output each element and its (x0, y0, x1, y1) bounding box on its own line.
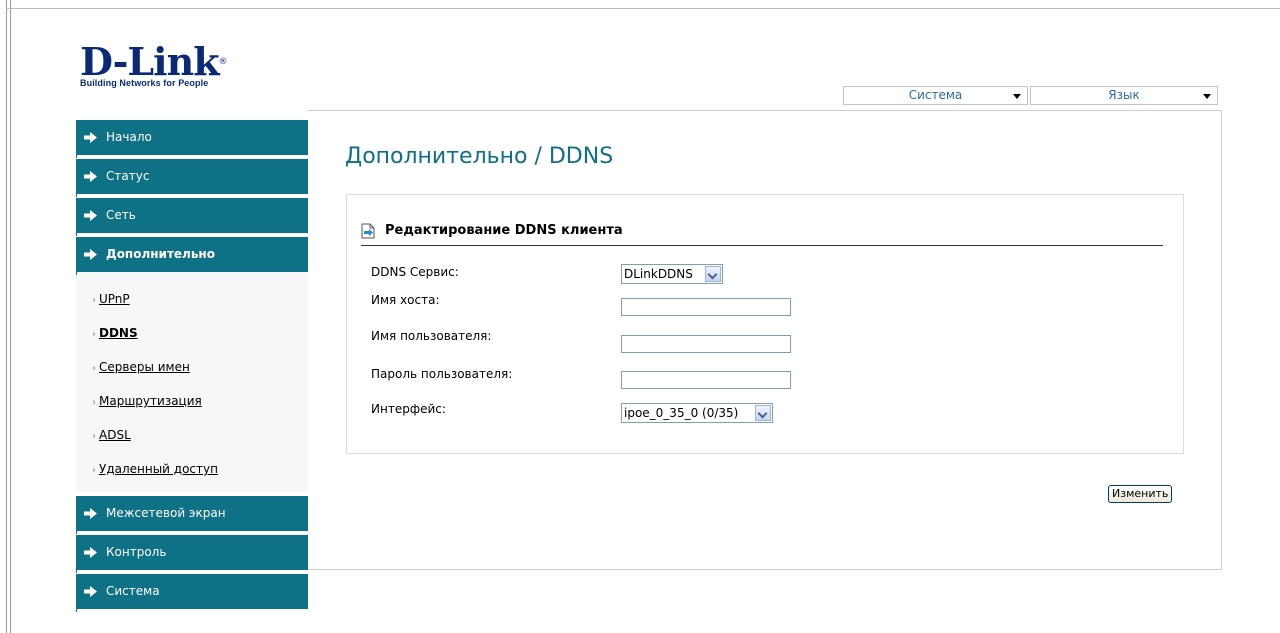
system-menu-label: Система (908, 88, 963, 102)
ddns-service-label: DDNS Сервис: (371, 265, 459, 279)
interface-select[interactable]: ipoe_0_35_0 (0/35) (621, 403, 773, 423)
hostname-field (621, 298, 791, 316)
page: D-Link® Building Networks for People Сис… (0, 0, 1280, 633)
submenu-label: Маршрутизация (99, 394, 202, 408)
password-field (621, 371, 791, 389)
window-left-border (6, 0, 11, 633)
submenu-item-dns-servers[interactable]: › Серверы имен (76, 350, 308, 384)
submenu-label: Серверы имен (99, 360, 190, 374)
ddns-service-field: DLinkDDNS (621, 264, 723, 284)
ddns-service-value: DLinkDDNS (624, 267, 693, 281)
arrow-right-icon (84, 547, 97, 558)
dropdown-arrow-icon (1203, 94, 1211, 99)
interface-value: ipoe_0_35_0 (0/35) (624, 406, 739, 420)
username-input[interactable] (621, 335, 791, 353)
sidebar-item-label: Система (106, 584, 160, 598)
section-title: Редактирование DDNS клиента (385, 223, 623, 238)
logo-wordmark: D-Link® (80, 39, 228, 84)
submenu-label: DDNS (99, 326, 138, 340)
apply-button[interactable]: Изменить (1108, 485, 1173, 503)
bullet-icon: › (92, 465, 96, 476)
submenu-label: ADSL (99, 428, 131, 442)
system-menu-select[interactable]: Система (843, 86, 1028, 105)
sidebar-item-status[interactable]: Статус (76, 159, 308, 197)
submenu-label: Удаленный доступ (99, 462, 218, 476)
sidebar-item-label: Межсетевой экран (106, 506, 226, 520)
hostname-label: Имя хоста: (371, 293, 440, 307)
submenu-item-ddns[interactable]: › DDNS (76, 316, 308, 350)
submenu-item-remote-access[interactable]: › Удаленный доступ (76, 452, 308, 486)
sidebar-item-firewall[interactable]: Межсетевой экран (76, 496, 308, 534)
sidebar-item-label: Статус (106, 169, 150, 183)
submenu-item-upnp[interactable]: › UPnP (76, 282, 308, 316)
username-field (621, 335, 791, 353)
document-edit-icon (361, 223, 375, 239)
arrow-right-icon (84, 210, 97, 221)
submenu-label: UPnP (99, 292, 130, 306)
bullet-icon: › (92, 295, 96, 306)
interface-field: ipoe_0_35_0 (0/35) (621, 403, 773, 423)
bullet-icon: › (92, 329, 96, 340)
dropdown-arrow-icon (1013, 94, 1021, 99)
arrow-right-icon (84, 132, 97, 143)
page-title: Дополнительно / DDNS (345, 144, 614, 169)
sidebar-item-start[interactable]: Начало (76, 120, 308, 158)
submenu-item-routing[interactable]: › Маршрутизация (76, 384, 308, 418)
language-label: Язык (1108, 88, 1140, 102)
arrow-right-icon (84, 508, 97, 519)
logo-tagline: Building Networks for People (80, 78, 209, 88)
username-label: Имя пользователя: (371, 329, 492, 343)
dlink-logo: D-Link® Building Networks for People (80, 39, 280, 89)
sidebar-item-control[interactable]: Контроль (76, 535, 308, 573)
submenu-item-adsl[interactable]: › ADSL (76, 418, 308, 452)
sidebar-menu: Начало Статус Сеть Дополнительно › UPnP ›… (76, 120, 308, 613)
ddns-service-select[interactable]: DLinkDDNS (621, 264, 723, 284)
chevron-down-icon (705, 266, 721, 282)
ddns-form-panel: Редактирование DDNS клиента DDNS Сервис:… (346, 194, 1184, 454)
language-select[interactable]: Язык (1030, 86, 1218, 105)
bullet-icon: › (92, 431, 96, 442)
bullet-icon: › (92, 397, 96, 408)
arrow-right-icon (84, 249, 97, 260)
sidebar-item-label: Контроль (106, 545, 167, 559)
arrow-right-icon (84, 586, 97, 597)
arrow-right-icon (84, 171, 97, 182)
bullet-icon: › (92, 363, 96, 374)
window-top-border (6, 8, 1280, 9)
interface-label: Интерфейс: (371, 402, 446, 416)
sidebar-item-network[interactable]: Сеть (76, 198, 308, 236)
sidebar-item-label: Дополнительно (106, 247, 215, 261)
sidebar-item-advanced[interactable]: Дополнительно (76, 237, 308, 275)
password-input[interactable] (621, 371, 791, 389)
sidebar-item-label: Сеть (106, 208, 136, 222)
advanced-submenu: › UPnP › DDNS › Серверы имен › Маршрутизация… (76, 272, 308, 492)
sidebar-item-system[interactable]: Система (76, 574, 308, 612)
chevron-down-icon (755, 405, 771, 421)
section-header: Редактирование DDNS клиента (361, 221, 1163, 246)
sidebar-item-label: Начало (106, 130, 152, 144)
hostname-input[interactable] (621, 298, 791, 316)
password-label: Пароль пользователя: (371, 367, 513, 381)
